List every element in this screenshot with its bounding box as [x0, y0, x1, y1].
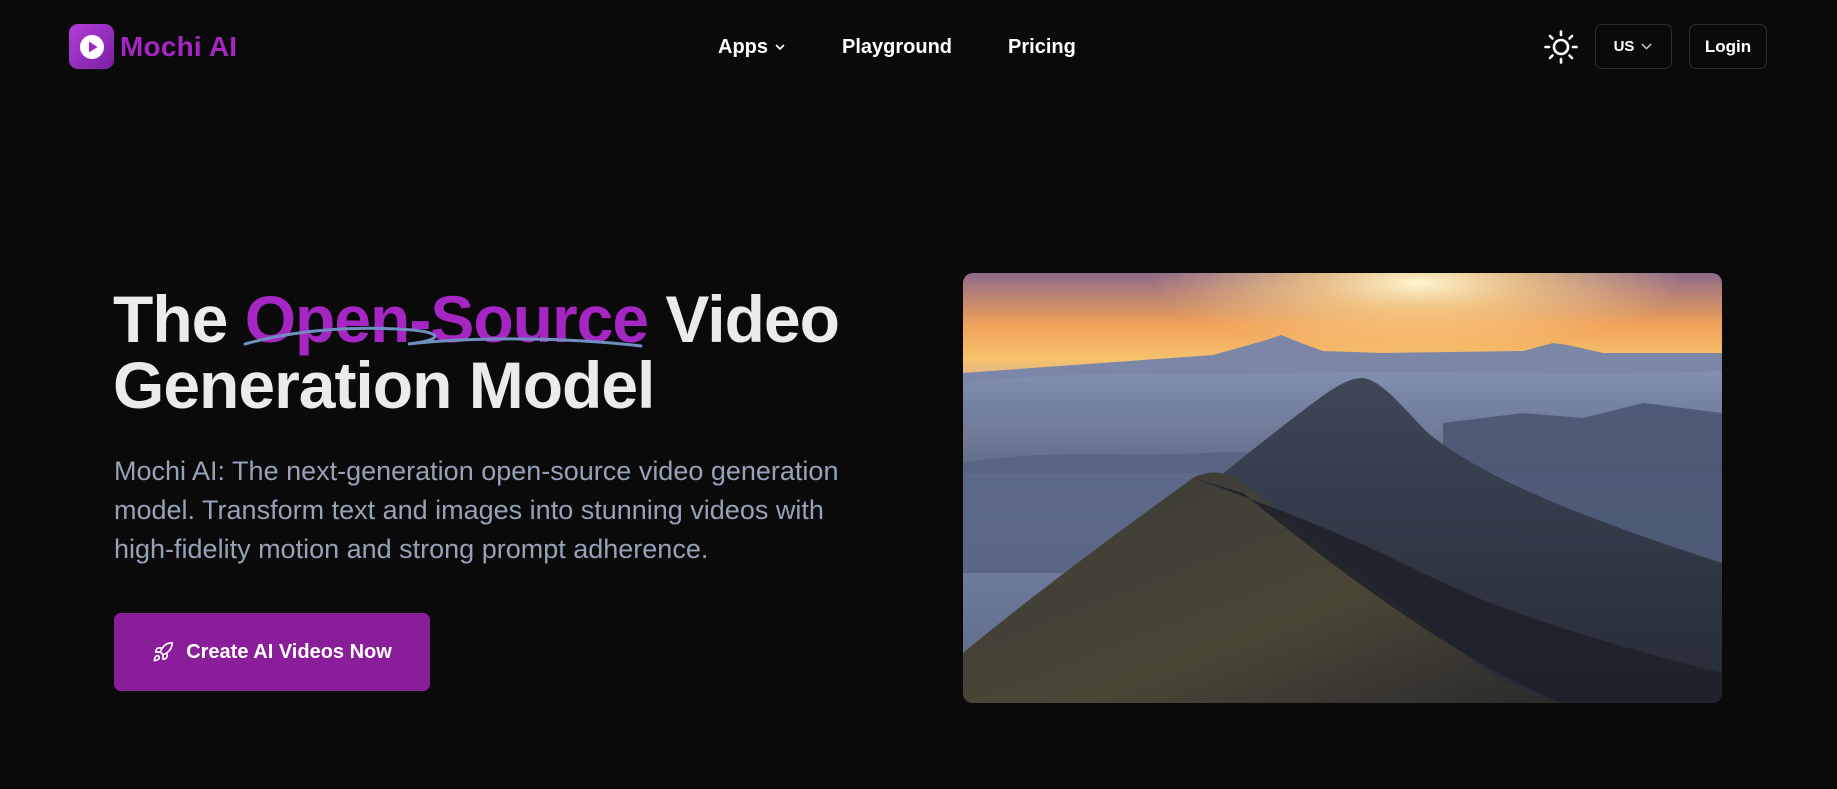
chevron-down-icon — [1641, 43, 1652, 50]
site-header: Mochi AI Apps Playground Pricing US Logi… — [0, 0, 1837, 95]
mountain-landscape-image — [963, 273, 1722, 703]
hero-title-accent-wrap: Open-Source — [243, 286, 649, 352]
main-nav: Apps Playground Pricing — [718, 30, 1076, 64]
hero-title-accent: Open-Source — [244, 282, 649, 356]
nav-pricing-label: Pricing — [1008, 35, 1076, 58]
create-videos-button[interactable]: Create AI Videos Now — [114, 613, 430, 691]
region-label: US — [1613, 38, 1635, 55]
nav-apps[interactable]: Apps — [718, 36, 786, 59]
sun-icon — [1544, 30, 1578, 64]
region-select[interactable]: US — [1595, 24, 1672, 69]
logo-link[interactable]: Mochi AI — [69, 24, 237, 69]
theme-toggle-button[interactable] — [1543, 29, 1579, 65]
login-label: Login — [1704, 36, 1752, 56]
hero-description: Mochi AI: The next-generation open-sourc… — [114, 456, 839, 564]
nav-apps-label: Apps — [718, 35, 768, 58]
login-button[interactable]: Login — [1689, 24, 1767, 69]
rocket-icon — [153, 642, 174, 662]
hero-video-preview[interactable] — [963, 273, 1722, 703]
nav-playground-label: Playground — [842, 35, 953, 58]
brand-name: Mochi AI — [120, 30, 238, 62]
create-videos-label: Create AI Videos Now — [186, 640, 392, 663]
chevron-down-icon — [775, 44, 785, 50]
nav-playground[interactable]: Playground — [842, 36, 952, 59]
hero-title: The Open-Source Video Generation Model — [113, 286, 873, 418]
play-icon — [69, 24, 114, 69]
hero-title-prefix: The — [113, 282, 245, 356]
nav-pricing[interactable]: Pricing — [1008, 36, 1076, 59]
